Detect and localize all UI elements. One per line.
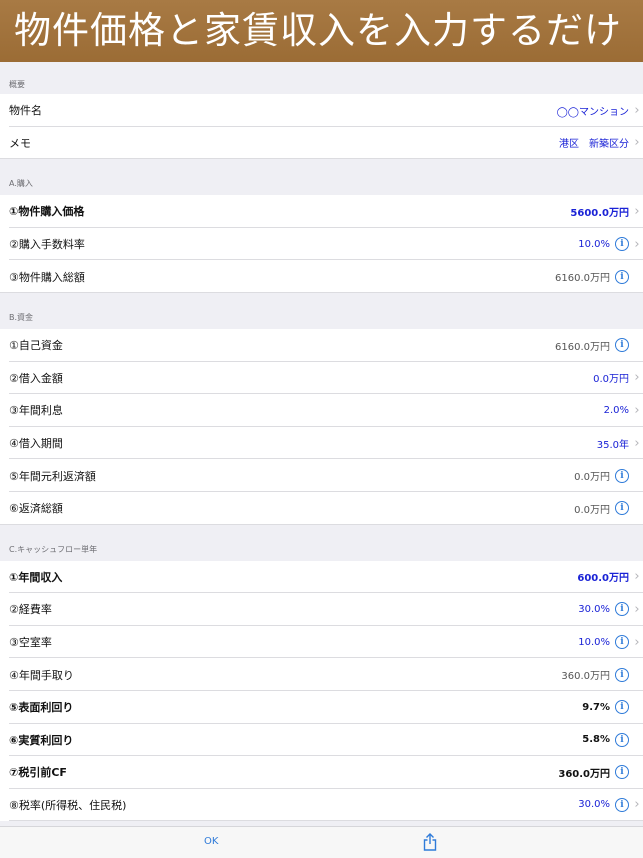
row-label: ②経費率 xyxy=(9,603,52,617)
chevron-right-icon: › xyxy=(634,634,640,650)
row-label: ⑧税率(所得税、住民税) xyxy=(9,798,127,812)
chevron-right-icon: › xyxy=(634,435,640,451)
info-icon[interactable]: i xyxy=(615,765,629,780)
row-purchase-total: ③物件購入総額 6160.0万円 i xyxy=(0,260,643,293)
row-label: ①物件購入価格 xyxy=(9,205,85,219)
row-label: ③年間利息 xyxy=(9,404,63,418)
info-icon[interactable]: i xyxy=(615,700,629,715)
info-icon[interactable]: i xyxy=(615,602,629,617)
row-label: ②借入金額 xyxy=(9,371,63,385)
row-value: 6160.0万円 xyxy=(555,273,610,285)
chevron-right-icon: › xyxy=(634,797,640,813)
row-value: 360.0万円 xyxy=(561,671,610,683)
info-icon[interactable]: i xyxy=(615,237,629,252)
chevron-right-icon: › xyxy=(634,601,640,617)
row-property-name[interactable]: 物件名 ◯◯マンション › xyxy=(0,94,643,127)
row-purchase-fee-rate[interactable]: ②購入手数料率 10.0% i › xyxy=(0,227,643,261)
info-icon[interactable]: i xyxy=(615,635,629,650)
row-pre-tax-cf: ⑦税引前CF 360.0万円 i xyxy=(0,756,643,789)
chevron-right-icon: › xyxy=(634,203,640,219)
row-net-yield: ⑥実質利回り 5.8% i xyxy=(0,723,643,757)
chevron-right-icon: › xyxy=(634,402,640,418)
row-label: ⑤年間元利返済額 xyxy=(9,469,96,483)
section-header-overview: 概要 xyxy=(9,80,25,89)
row-value: 0.0万円 xyxy=(574,504,610,516)
row-value: 5.8% xyxy=(582,734,610,746)
row-value: 9.7% xyxy=(582,701,610,713)
row-total-repayment: ⑥返済総額 0.0万円 i xyxy=(0,491,643,525)
ok-button[interactable]: OK xyxy=(204,836,218,847)
row-value: 600.0万円 xyxy=(577,573,629,585)
chevron-right-icon: › xyxy=(634,135,640,151)
row-tax-rate[interactable]: ⑧税率(所得税、住民税) 30.0% i › xyxy=(0,788,643,822)
chevron-right-icon: › xyxy=(634,370,640,386)
row-value: 6160.0万円 xyxy=(555,341,610,353)
row-label: メモ xyxy=(9,136,31,150)
row-label: ④借入期間 xyxy=(9,437,63,451)
row-label: ①年間収入 xyxy=(9,570,63,584)
row-value: 港区 新築区分 xyxy=(559,139,629,151)
row-loan-period[interactable]: ④借入期間 35.0年 › xyxy=(0,426,643,460)
row-gross-yield: ⑤表面利回り 9.7% i xyxy=(0,690,643,724)
row-value: 2.0% xyxy=(603,404,629,416)
info-icon[interactable]: i xyxy=(615,501,629,516)
row-value: 360.0万円 xyxy=(558,768,610,780)
row-label: ①自己資金 xyxy=(9,339,63,353)
row-annual-interest[interactable]: ③年間利息 2.0% › xyxy=(0,394,643,427)
row-value: 30.0% xyxy=(578,799,610,811)
calculator-screen: 概要 物件名 ◯◯マンション › メモ 港区 新築区分 › A.購入 ①物件購入… xyxy=(0,62,643,858)
row-value: 10.0% xyxy=(578,238,610,250)
row-label: ⑦税引前CF xyxy=(9,766,67,780)
row-value: 0.0万円 xyxy=(593,374,629,386)
row-value: 0.0万円 xyxy=(574,472,610,484)
chevron-right-icon: › xyxy=(634,236,640,252)
section-header-cashflow: C.キャッシュフロー単年 xyxy=(9,544,98,554)
row-value: ◯◯マンション xyxy=(556,106,629,118)
row-memo[interactable]: メモ 港区 新築区分 › xyxy=(0,126,643,160)
row-label: ⑥実質利回り xyxy=(9,733,74,747)
row-vacancy-rate[interactable]: ③空室率 10.0% i › xyxy=(0,625,643,659)
row-label: ③空室率 xyxy=(9,636,52,650)
info-icon[interactable]: i xyxy=(615,732,629,747)
row-value: 30.0% xyxy=(578,603,610,615)
row-label: ②購入手数料率 xyxy=(9,238,85,252)
info-icon[interactable]: i xyxy=(615,797,629,812)
row-label: 物件名 xyxy=(9,104,42,118)
section-header-funds: B.資金 xyxy=(9,312,34,322)
info-icon[interactable]: i xyxy=(615,338,629,353)
row-label: ⑤表面利回り xyxy=(9,701,74,715)
row-label: ③物件購入総額 xyxy=(9,270,85,284)
row-label: ⑥返済総額 xyxy=(9,502,63,516)
row-value: 35.0年 xyxy=(596,439,629,451)
row-annual-net-income: ④年間手取り 360.0万円 i xyxy=(0,658,643,691)
section-header-purchase: A.購入 xyxy=(9,179,33,189)
row-loan-amount[interactable]: ②借入金額 0.0万円 › xyxy=(0,361,643,395)
row-annual-income[interactable]: ①年間収入 600.0万円 › xyxy=(0,560,643,594)
row-expense-rate[interactable]: ②経費率 30.0% i › xyxy=(0,593,643,626)
bottom-toolbar: OK xyxy=(0,826,643,858)
info-icon[interactable]: i xyxy=(615,269,629,284)
row-value: 5600.0万円 xyxy=(570,207,629,219)
row-annual-repayment: ⑤年間元利返済額 0.0万円 i xyxy=(0,459,643,492)
promo-banner: 物件価格と家賃収入を入力するだけ xyxy=(0,0,643,62)
chevron-right-icon: › xyxy=(634,569,640,585)
share-icon[interactable] xyxy=(423,833,437,855)
row-label: ④年間手取り xyxy=(9,668,74,682)
info-icon[interactable]: i xyxy=(615,667,629,682)
row-value: 10.0% xyxy=(578,636,610,648)
row-own-funds: ①自己資金 6160.0万円 i xyxy=(0,328,643,362)
chevron-right-icon: › xyxy=(634,102,640,118)
info-icon[interactable]: i xyxy=(615,468,629,483)
row-purchase-price[interactable]: ①物件購入価格 5600.0万円 › xyxy=(0,195,643,228)
